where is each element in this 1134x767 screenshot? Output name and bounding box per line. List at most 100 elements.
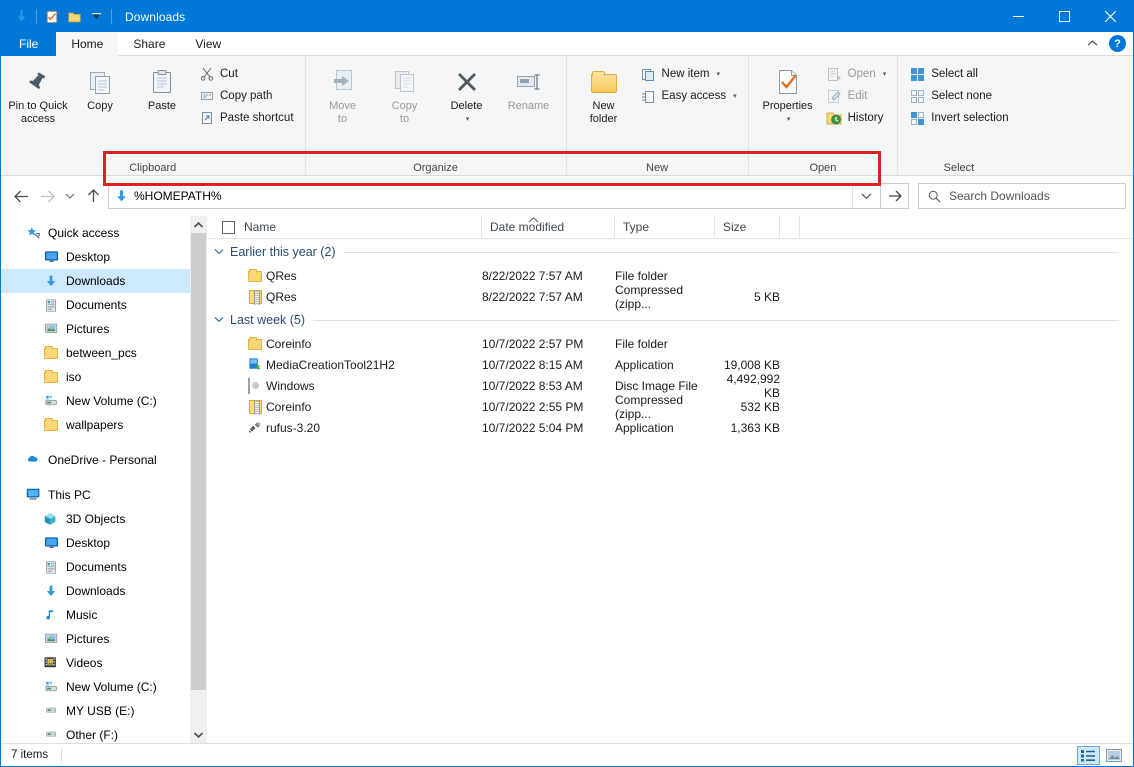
pin-to-quick-access-button[interactable]: Pin to Quick access	[7, 60, 69, 126]
sidebar-item-wallpapers[interactable]: wallpapers	[1, 413, 207, 437]
table-row[interactable]: Coreinfo10/7/2022 2:55 PMCompressed (zip…	[208, 396, 1133, 417]
paste-shortcut-button[interactable]: Paste shortcut	[193, 107, 299, 129]
sidebar-item-3d-objects[interactable]: 3D Objects	[1, 507, 207, 531]
delete-button[interactable]: Delete ▾	[436, 60, 498, 126]
onedrive-icon	[23, 451, 43, 469]
maximize-button[interactable]	[1041, 1, 1087, 32]
large-icons-view-button[interactable]	[1102, 746, 1125, 765]
recent-locations-button[interactable]	[60, 183, 80, 209]
sidebar-item-other-f[interactable]: Other (F:)	[1, 723, 207, 743]
column-header-type[interactable]: Type	[615, 216, 715, 239]
sidebar-item-documents[interactable]: Documents	[1, 293, 207, 317]
forward-button[interactable]	[34, 183, 60, 209]
sidebar-item-pictures[interactable]: Pictures	[1, 317, 207, 341]
tab-file[interactable]: File	[1, 32, 56, 56]
sidebar-item-music[interactable]: Music	[1, 603, 207, 627]
navigation-scrollbar[interactable]	[190, 216, 207, 743]
customize-dropdown-icon[interactable]	[85, 6, 107, 28]
media-creation-tool-icon	[244, 357, 266, 372]
sidebar-item-my-usb-e[interactable]: MY USB (E:)	[1, 699, 207, 723]
file-group-header[interactable]: Last week (5)	[208, 307, 1133, 333]
open-dropdown-icon[interactable]: ▾	[883, 70, 887, 78]
copy-to-button[interactable]: Copy to	[374, 60, 436, 126]
search-input[interactable]: Search Downloads	[949, 189, 1050, 203]
sidebar-item-onedrive-personal[interactable]: OneDrive - Personal	[1, 448, 207, 472]
delete-dropdown-icon[interactable]: ▾	[466, 113, 470, 126]
nav-scroll-thumb[interactable]	[191, 233, 206, 690]
tab-view[interactable]: View	[180, 32, 236, 56]
properties-icon[interactable]	[41, 6, 63, 28]
table-row[interactable]: MediaCreationTool21H210/7/2022 8:15 AMAp…	[208, 354, 1133, 375]
select-all-button[interactable]: Select all	[904, 63, 1013, 85]
go-button[interactable]	[881, 183, 909, 209]
details-view-button[interactable]	[1077, 746, 1100, 765]
sidebar-item-quick-access[interactable]: Quick access	[1, 221, 207, 245]
rename-button[interactable]: Rename	[498, 60, 560, 113]
file-group-header[interactable]: Earlier this year (2)	[208, 239, 1133, 265]
column-header-size[interactable]: Size	[715, 216, 780, 239]
navigation-list: Quick accessDesktopDownloadsDocumentsPic…	[1, 216, 207, 743]
sidebar-item-new-volume-c[interactable]: New Volume (C:)	[1, 675, 207, 699]
sidebar-item-pictures[interactable]: Pictures	[1, 627, 207, 651]
address-dropdown-icon[interactable]	[852, 184, 880, 208]
select-none-button[interactable]: Select none	[904, 85, 1013, 107]
move-to-button[interactable]: Move to	[312, 60, 374, 126]
sidebar-item-this-pc[interactable]: This PC	[1, 483, 207, 507]
column-header-extra[interactable]	[780, 216, 800, 239]
select-all-checkbox[interactable]	[222, 221, 235, 234]
chevron-down-icon[interactable]	[214, 315, 230, 326]
sidebar-item-downloads[interactable]: Downloads	[1, 579, 207, 603]
address-bar-input[interactable]: %HOMEPATH%	[133, 189, 852, 203]
tab-share[interactable]: Share	[118, 32, 180, 56]
sidebar-item-new-volume-c[interactable]: New Volume (C:)	[1, 389, 207, 413]
sidebar-item-downloads[interactable]: Downloads	[1, 269, 207, 293]
sidebar-item-videos[interactable]: Videos	[1, 651, 207, 675]
copy-path-button[interactable]: Copy path	[193, 85, 299, 107]
search-box[interactable]: Search Downloads	[918, 183, 1126, 209]
address-bar[interactable]: %HOMEPATH%	[108, 183, 881, 209]
open-button[interactable]: Open ▾	[821, 63, 892, 85]
copy-to-icon	[391, 64, 419, 100]
history-button[interactable]: History	[821, 107, 892, 129]
paste-button[interactable]: Paste	[131, 60, 193, 113]
sidebar-item-label: Other (F:)	[66, 728, 118, 742]
collapse-ribbon-icon[interactable]	[1083, 38, 1102, 50]
back-button[interactable]	[8, 183, 34, 209]
up-button[interactable]	[80, 183, 106, 209]
invert-selection-button[interactable]: Invert selection	[904, 107, 1013, 129]
chevron-down-icon[interactable]	[214, 247, 230, 258]
file-size: 4,492,992 KB	[715, 372, 780, 400]
new-folder-icon[interactable]	[63, 6, 85, 28]
downloads-arrow-icon[interactable]	[10, 6, 32, 28]
table-row[interactable]: Coreinfo10/7/2022 2:57 PMFile folder	[208, 333, 1133, 354]
sidebar-item-label: Downloads	[66, 274, 125, 288]
column-header-name[interactable]: Name	[208, 216, 482, 239]
sidebar-item-desktop[interactable]: Desktop	[1, 245, 207, 269]
sidebar-item-iso[interactable]: iso	[1, 365, 207, 389]
new-folder-button[interactable]: New folder	[573, 60, 635, 126]
nav-scroll-down-icon[interactable]	[190, 726, 207, 743]
sidebar-item-desktop[interactable]: Desktop	[1, 531, 207, 555]
close-button[interactable]	[1087, 1, 1133, 32]
properties-button[interactable]: Properties ▾	[755, 60, 821, 126]
new-item-dropdown-icon[interactable]: ▾	[716, 70, 720, 78]
minimize-button[interactable]	[995, 1, 1041, 32]
properties-dropdown-icon[interactable]: ▾	[787, 113, 791, 126]
edit-button[interactable]: Edit	[821, 85, 892, 107]
cut-button[interactable]: Cut	[193, 63, 299, 85]
table-row[interactable]: rufus-3.2010/7/2022 5:04 PMApplication1,…	[208, 417, 1133, 438]
help-icon[interactable]: ?	[1109, 35, 1126, 52]
sidebar-item-between-pcs[interactable]: between_pcs	[1, 341, 207, 365]
copy-button[interactable]: Copy	[69, 60, 131, 113]
sidebar-item-label: Videos	[66, 656, 102, 670]
paste-icon	[150, 64, 174, 100]
easy-access-dropdown-icon[interactable]: ▾	[733, 92, 737, 100]
tab-home[interactable]: Home	[56, 32, 118, 56]
column-header-date-modified[interactable]: Date modified	[482, 216, 615, 239]
nav-scroll-up-icon[interactable]	[190, 216, 207, 233]
sidebar-item-documents[interactable]: Documents	[1, 555, 207, 579]
easy-access-button[interactable]: Easy access ▾	[635, 85, 742, 107]
paste-shortcut-icon	[198, 110, 215, 127]
table-row[interactable]: QRes8/22/2022 7:57 AMCompressed (zipp...…	[208, 286, 1133, 307]
new-item-button[interactable]: New item ▾	[635, 63, 742, 85]
